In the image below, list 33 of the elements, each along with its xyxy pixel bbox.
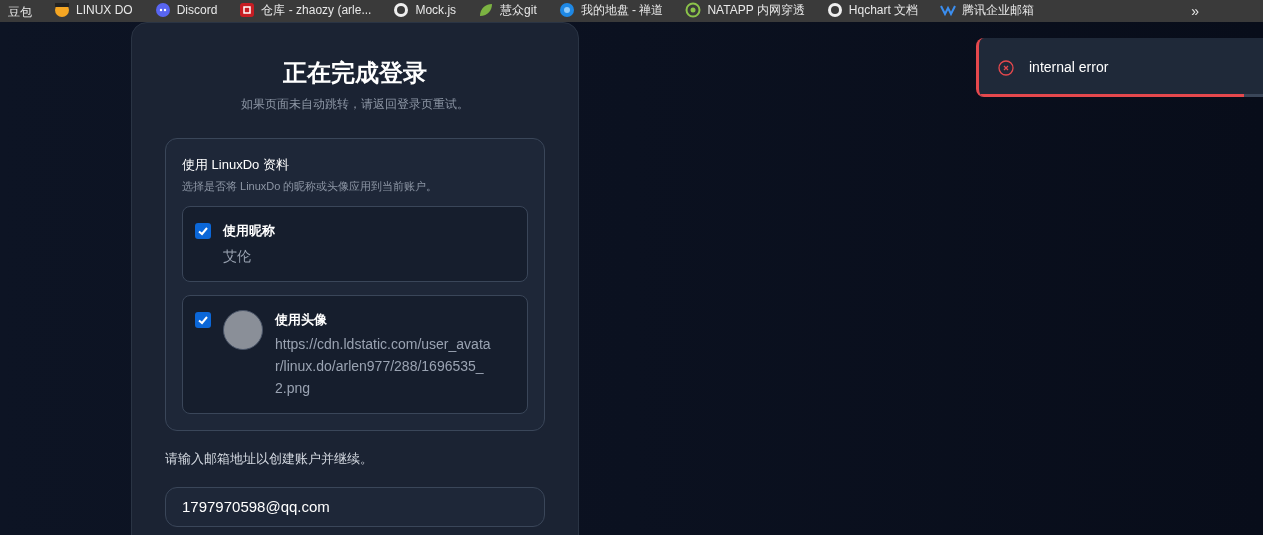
panel-title: 使用 LinuxDo 资料 bbox=[182, 156, 290, 174]
more-bookmarks-button[interactable]: » bbox=[1191, 4, 1199, 18]
avatar-url: https://cdn.ldstatic.com/user_avatar/linux.do/arlen977/288/1696535_2.png bbox=[275, 335, 492, 398]
nickname: 艾伦 bbox=[223, 246, 252, 266]
option-label: 使用头像 bbox=[275, 310, 328, 329]
bookmark-link[interactable]: Hqchart 文档 bbox=[826, 2, 919, 18]
bookmark-link[interactable]: 豆包 bbox=[8, 6, 32, 18]
letter-g-logo-icon bbox=[239, 2, 256, 18]
email-field[interactable]: 1797970598@qq.com bbox=[165, 486, 545, 528]
option-card[interactable]: 使用昵称 艾伦 bbox=[182, 206, 528, 282]
bookmark-link[interactable]: 慧众git bbox=[478, 2, 537, 18]
chat-bubble-icon bbox=[154, 2, 171, 18]
swirl-icon bbox=[558, 2, 575, 18]
bookmark-link[interactable]: 腾讯企业邮箱 bbox=[940, 2, 1035, 18]
bookmark-link[interactable]: NATAPP 内网穿透 bbox=[685, 2, 805, 18]
bookmark-link[interactable]: Discord bbox=[154, 2, 218, 18]
subtitle: 如果页面未自动跳转，请返回登录页重试。 bbox=[240, 96, 470, 113]
page-title: 正在完成登录 bbox=[282, 58, 428, 88]
option-card[interactable]: 使用头像 https://cdn.ldstatic.com/user_avatar/linux.do/arlen977/288/1696535_2.png bbox=[182, 294, 528, 414]
checkbox[interactable] bbox=[195, 311, 211, 328]
bookmark-link[interactable]: 仓库 - zhaozy (arle... bbox=[239, 2, 372, 18]
checkbox[interactable] bbox=[195, 223, 211, 239]
option-label: 使用昵称 bbox=[223, 222, 275, 240]
email-prompt: 请输入邮箱地址以创建账户并继续。 bbox=[165, 450, 374, 468]
ring-icon bbox=[685, 2, 702, 18]
leaf-icon bbox=[478, 2, 495, 18]
bookmark-link[interactable]: Mock.js bbox=[393, 2, 457, 18]
panel-description: 选择是否将 LinuxDo 的昵称或头像应用到当前账户。 bbox=[182, 178, 439, 194]
error-icon bbox=[998, 59, 1014, 76]
bookmark-link[interactable]: 我的地盘 - 禅道 bbox=[558, 2, 664, 18]
avatar-placeholder bbox=[223, 309, 263, 350]
bookmark-link[interactable]: LINUX DO bbox=[54, 2, 133, 18]
toast-message: internal error bbox=[1029, 58, 1109, 77]
